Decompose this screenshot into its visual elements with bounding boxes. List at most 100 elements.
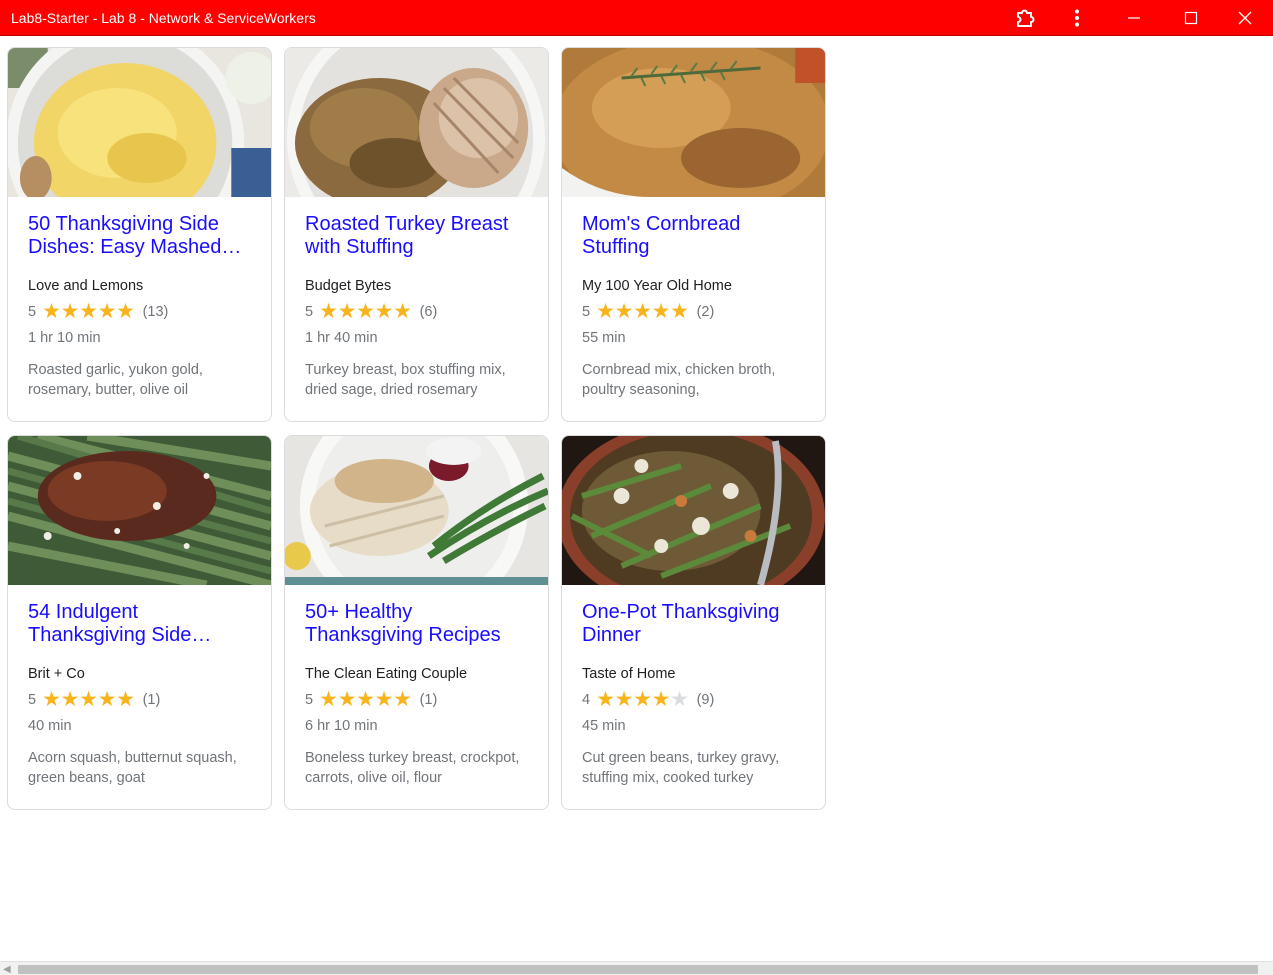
star-empty-icon: ★	[670, 688, 689, 711]
recipe-source: Taste of Home	[582, 666, 676, 682]
star-filled-icon: ★	[670, 300, 689, 323]
star-rating: ★ ★ ★ ★ ★	[319, 300, 412, 323]
star-filled-icon: ★	[651, 688, 671, 711]
extension-button[interactable]	[999, 0, 1051, 36]
star-filled-icon: ★	[651, 300, 671, 323]
recipe-image	[562, 436, 825, 585]
star-filled-icon: ★	[97, 300, 117, 323]
cook-time: 45 min	[582, 718, 626, 734]
star-filled-icon: ★	[374, 300, 394, 323]
scroll-left-icon[interactable]: ◀	[3, 964, 11, 975]
recipe-card[interactable]: 50 Thanksgiving Side Dishes: Easy Mashed…	[7, 47, 272, 422]
cook-time: 40 min	[28, 718, 72, 734]
recipe-title[interactable]: 50+ Healthy Thanksgiving Recipes	[305, 601, 528, 647]
recipe-card[interactable]: One-Pot Thanksgiving Dinner Taste of Hom…	[561, 435, 826, 810]
star-filled-icon: ★	[79, 688, 98, 711]
extension-icon	[1017, 9, 1035, 27]
star-filled-icon: ★	[97, 688, 117, 711]
recipe-card[interactable]: Mom's Cornbread Stuffing My 100 Year Old…	[561, 47, 826, 422]
recipe-title[interactable]: Mom's Cornbread Stuffing	[582, 213, 805, 259]
cook-time: 1 hr 40 min	[305, 330, 378, 346]
review-count: (1)	[419, 692, 438, 708]
star-filled-icon: ★	[337, 300, 357, 323]
ingredients: Boneless turkey breast, crockpot, carrot…	[305, 750, 520, 786]
review-count: (2)	[696, 304, 715, 320]
recipe-image	[562, 48, 825, 197]
maximize-icon	[1184, 11, 1198, 24]
review-count: (13)	[142, 304, 169, 320]
cook-time: 55 min	[582, 330, 626, 346]
recipe-image	[285, 436, 548, 585]
rating-value: 5	[28, 692, 37, 708]
window-title: Lab8-Starter - Lab 8 - Network & Service…	[11, 9, 316, 26]
rating-value: 5	[305, 692, 314, 708]
star-filled-icon: ★	[596, 300, 615, 323]
recipe-title[interactable]: Roasted Turkey Breast with Stuffing	[305, 213, 528, 259]
star-filled-icon: ★	[60, 300, 80, 323]
recipe-source: Brit + Co	[28, 666, 85, 682]
star-filled-icon: ★	[42, 688, 61, 711]
recipe-title[interactable]: 50 Thanksgiving Side Dishes: Easy Mashed…	[28, 213, 251, 259]
ingredients: Roasted garlic, yukon gold, rosemary, bu…	[28, 362, 203, 398]
star-filled-icon: ★	[356, 300, 375, 323]
review-count: (9)	[696, 692, 715, 708]
star-filled-icon: ★	[633, 300, 652, 323]
star-rating: ★ ★ ★ ★ ★	[596, 300, 689, 323]
recipe-grid: 50 Thanksgiving Side Dishes: Easy Mashed…	[7, 47, 826, 810]
recipe-title[interactable]: One-Pot Thanksgiving Dinner	[582, 601, 805, 647]
rating: 5 ★ ★ ★ ★ ★ (6)	[305, 300, 528, 323]
recipe-source: Budget Bytes	[305, 278, 392, 294]
star-rating: ★ ★ ★ ★ ★	[42, 300, 135, 323]
rating: 5 ★ ★ ★ ★ ★ (13)	[28, 300, 251, 323]
recipe-card[interactable]: 54 Indulgent Thanksgiving Side… Brit + C…	[7, 435, 272, 810]
recipe-source: Love and Lemons	[28, 278, 144, 294]
horizontal-scrollbar[interactable]: ◀	[0, 961, 1273, 975]
star-filled-icon: ★	[319, 688, 338, 711]
minimize-button[interactable]	[1103, 0, 1165, 36]
rating-value: 5	[28, 304, 37, 320]
star-filled-icon: ★	[614, 300, 634, 323]
ingredients: Cornbread mix, chicken broth, poultry se…	[582, 362, 776, 398]
review-count: (1)	[142, 692, 161, 708]
star-filled-icon: ★	[374, 688, 394, 711]
close-button[interactable]	[1217, 0, 1273, 36]
cook-time: 6 hr 10 min	[305, 718, 378, 734]
star-filled-icon: ★	[42, 300, 61, 323]
star-filled-icon: ★	[393, 688, 412, 711]
star-filled-icon: ★	[393, 300, 412, 323]
maximize-button[interactable]	[1165, 0, 1217, 36]
ingredients: Acorn squash, butternut squash, green be…	[28, 750, 237, 786]
star-filled-icon: ★	[319, 300, 338, 323]
cook-time: 1 hr 10 min	[28, 330, 101, 346]
recipe-image	[285, 48, 548, 197]
star-filled-icon: ★	[116, 688, 135, 711]
rating-value: 5	[305, 304, 314, 320]
recipe-source: My 100 Year Old Home	[582, 278, 732, 294]
ingredients: Turkey breast, box stuffing mix, dried s…	[305, 362, 506, 398]
recipe-title[interactable]: 54 Indulgent Thanksgiving Side…	[28, 601, 251, 647]
star-filled-icon: ★	[60, 688, 80, 711]
star-filled-icon: ★	[116, 300, 135, 323]
star-rating: ★ ★ ★ ★ ★	[42, 688, 135, 711]
rating-value: 4	[582, 692, 591, 708]
more-options-button[interactable]	[1051, 0, 1103, 36]
rating: 5 ★ ★ ★ ★ ★ (2)	[582, 300, 805, 323]
recipe-card[interactable]: 50+ Healthy Thanksgiving Recipes The Cle…	[284, 435, 549, 810]
minimize-icon	[1128, 16, 1140, 19]
title-bar: Lab8-Starter - Lab 8 - Network & Service…	[0, 0, 1273, 36]
more-vert-icon	[1075, 9, 1079, 26]
rating: 5 ★ ★ ★ ★ ★ (1)	[28, 688, 251, 711]
recipe-source: The Clean Eating Couple	[305, 666, 468, 682]
star-filled-icon: ★	[356, 688, 375, 711]
star-filled-icon: ★	[79, 300, 98, 323]
rating-value: 5	[582, 304, 591, 320]
recipe-card[interactable]: Roasted Turkey Breast with Stuffing Budg…	[284, 47, 549, 422]
star-filled-icon: ★	[614, 688, 634, 711]
rating: 4 ★ ★ ★ ★ ★ (9)	[582, 688, 805, 711]
star-rating: ★ ★ ★ ★ ★	[596, 688, 689, 711]
rating: 5 ★ ★ ★ ★ ★ (1)	[305, 688, 528, 711]
scrollbar-thumb[interactable]	[18, 965, 1258, 974]
star-filled-icon: ★	[596, 688, 615, 711]
ingredients: Cut green beans, turkey gravy, stuffing …	[582, 750, 780, 786]
star-filled-icon: ★	[337, 688, 357, 711]
